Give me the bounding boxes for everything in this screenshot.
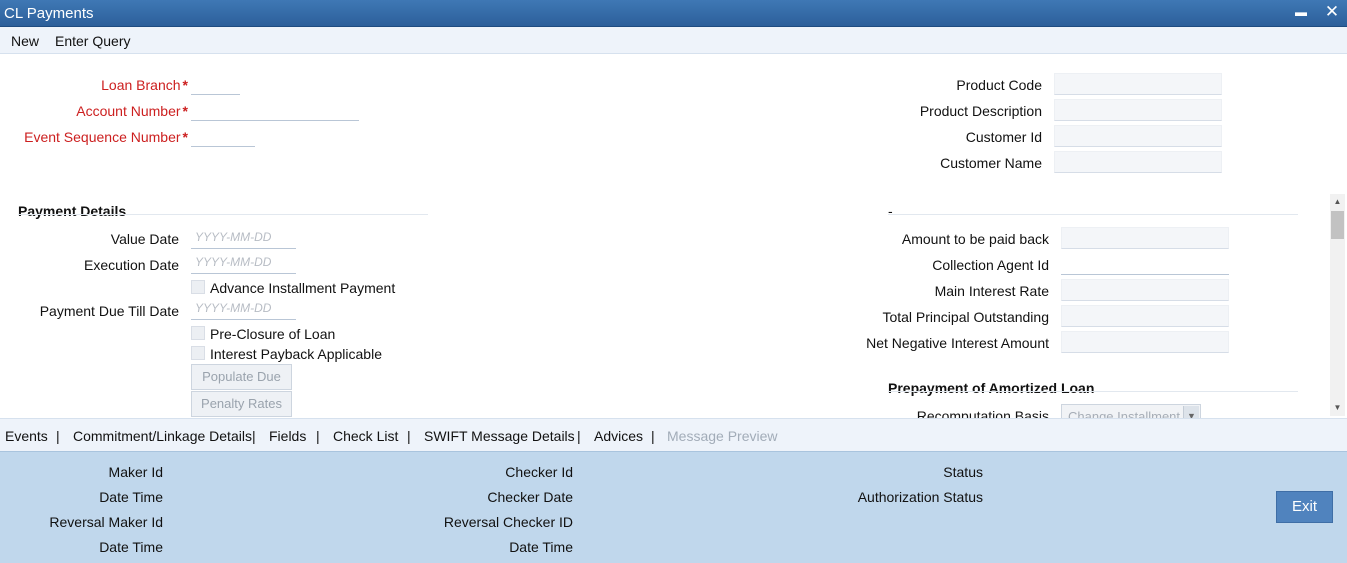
scroll-up-icon[interactable]: ▲ bbox=[1330, 196, 1345, 208]
tab-separator: | bbox=[252, 428, 256, 444]
checker-id-label: Checker Id bbox=[505, 464, 573, 480]
minimize-icon[interactable]: ▬ bbox=[1291, 5, 1311, 27]
event-sequence-label: Event Sequence Number * bbox=[10, 129, 188, 145]
penalty-rates-button[interactable]: Penalty Rates bbox=[191, 391, 292, 417]
payment-details-heading: Payment Details bbox=[18, 203, 127, 219]
total-principal-field[interactable] bbox=[1061, 305, 1229, 327]
status-label: Status bbox=[943, 464, 983, 480]
main-interest-rate-field[interactable] bbox=[1061, 279, 1229, 301]
enter-query-menu-item[interactable]: Enter Query bbox=[55, 33, 130, 49]
tab-separator: | bbox=[407, 428, 411, 444]
populate-due-button[interactable]: Populate Due bbox=[191, 364, 292, 390]
required-marker: * bbox=[182, 103, 188, 119]
amount-paid-back-field[interactable] bbox=[1061, 227, 1229, 249]
product-description-field[interactable] bbox=[1054, 99, 1222, 121]
sub-screen-tabs: Events | Commitment/Linkage Details | Fi… bbox=[0, 418, 1347, 451]
execution-date-input[interactable]: YYYY-MM-DD bbox=[191, 252, 296, 274]
main-content: Loan Branch * Account Number * Event Seque… bbox=[0, 54, 1347, 418]
value-date-input[interactable]: YYYY-MM-DD bbox=[191, 227, 296, 249]
tab-check-list[interactable]: Check List bbox=[333, 428, 398, 444]
tab-separator: | bbox=[316, 428, 320, 444]
recomputation-basis-value: Change Installment bbox=[1068, 409, 1181, 418]
payment-due-till-input[interactable]: YYYY-MM-DD bbox=[191, 298, 296, 320]
interest-payback-label: Interest Payback Applicable bbox=[210, 346, 382, 362]
product-description-label: Product Description bbox=[919, 103, 1042, 119]
collection-agent-label: Collection Agent Id bbox=[932, 257, 1049, 273]
window-title-bar: CL Payments ▬ ✕ bbox=[0, 0, 1347, 27]
audit-footer: Maker Id Date Time Reversal Maker Id Dat… bbox=[0, 451, 1347, 563]
scrollbar-thumb[interactable] bbox=[1331, 211, 1344, 239]
authorization-status-label: Authorization Status bbox=[857, 489, 983, 505]
exit-button[interactable]: Exit bbox=[1276, 491, 1333, 523]
required-marker: * bbox=[182, 129, 188, 145]
execution-date-label: Execution Date bbox=[84, 257, 179, 273]
required-marker: * bbox=[182, 77, 188, 93]
new-menu-item[interactable]: New bbox=[11, 33, 39, 49]
collection-agent-input[interactable] bbox=[1061, 253, 1229, 275]
prepayment-heading: Prepayment of Amortized Loan bbox=[888, 380, 1095, 396]
customer-id-label: Customer Id bbox=[965, 129, 1042, 145]
product-code-label: Product Code bbox=[956, 77, 1042, 93]
tab-advices[interactable]: Advices bbox=[594, 428, 643, 444]
recomputation-basis-label: Recomputation Basis bbox=[916, 408, 1049, 418]
event-sequence-input[interactable] bbox=[191, 125, 255, 147]
preclosure-label: Pre-Closure of Loan bbox=[210, 326, 336, 342]
advance-installment-label: Advance Installment Payment bbox=[210, 280, 396, 296]
value-date-label: Value Date bbox=[110, 231, 179, 247]
reversal-maker-date-time-label: Date Time bbox=[99, 539, 163, 555]
prepayment-divider bbox=[888, 391, 1298, 392]
reversal-checker-date-time-label: Date Time bbox=[509, 539, 573, 555]
customer-name-label: Customer Name bbox=[940, 155, 1042, 171]
tab-separator: | bbox=[577, 428, 581, 444]
loan-branch-label: Loan Branch * bbox=[20, 77, 188, 93]
vertical-scrollbar[interactable]: ▲ ▼ bbox=[1330, 194, 1345, 416]
event-sequence-label-text: Event Sequence Number bbox=[24, 129, 181, 145]
total-principal-label: Total Principal Outstanding bbox=[882, 309, 1049, 325]
maker-date-time-label: Date Time bbox=[99, 489, 163, 505]
tab-message-preview[interactable]: Message Preview bbox=[667, 428, 778, 444]
main-interest-rate-label: Main Interest Rate bbox=[934, 283, 1049, 299]
chevron-down-icon: ▼ bbox=[1183, 406, 1199, 418]
tab-separator: | bbox=[651, 428, 655, 444]
payment-details-divider bbox=[18, 214, 428, 215]
interest-payback-checkbox[interactable] bbox=[191, 346, 205, 360]
reversal-maker-id-label: Reversal Maker Id bbox=[49, 514, 163, 530]
customer-name-field[interactable] bbox=[1054, 151, 1222, 173]
net-negative-interest-field[interactable] bbox=[1061, 331, 1229, 353]
tab-events[interactable]: Events bbox=[5, 428, 48, 444]
tab-separator: | bbox=[56, 428, 60, 444]
reversal-checker-id-label: Reversal Checker ID bbox=[443, 514, 573, 530]
account-number-label: Account Number * bbox=[20, 103, 188, 119]
checker-date-label: Checker Date bbox=[487, 489, 573, 505]
customer-id-field[interactable] bbox=[1054, 125, 1222, 147]
loan-branch-input[interactable] bbox=[191, 73, 240, 95]
tab-swift-message-details[interactable]: SWIFT Message Details bbox=[424, 428, 575, 444]
tab-fields[interactable]: Fields bbox=[269, 428, 306, 444]
preclosure-checkbox[interactable] bbox=[191, 326, 205, 340]
close-icon[interactable]: ✕ bbox=[1322, 2, 1342, 24]
maker-id-label: Maker Id bbox=[108, 464, 163, 480]
window-title: CL Payments bbox=[4, 5, 94, 22]
menu-bar: New Enter Query bbox=[0, 27, 1347, 54]
payment-due-till-label: Payment Due Till Date bbox=[39, 303, 179, 319]
account-number-label-text: Account Number bbox=[76, 103, 181, 119]
loan-branch-label-text: Loan Branch bbox=[101, 77, 181, 93]
advance-installment-checkbox[interactable] bbox=[191, 280, 205, 294]
product-code-field[interactable] bbox=[1054, 73, 1222, 95]
amount-paid-back-label: Amount to be paid back bbox=[901, 231, 1049, 247]
right-section-heading: - bbox=[888, 203, 893, 219]
recomputation-basis-select[interactable]: Change Installment ▼ bbox=[1061, 404, 1201, 418]
account-number-input[interactable] bbox=[191, 99, 359, 121]
scroll-down-icon[interactable]: ▼ bbox=[1330, 402, 1345, 414]
net-negative-interest-label: Net Negative Interest Amount bbox=[866, 335, 1049, 351]
tab-commitment-linkage[interactable]: Commitment/Linkage Details bbox=[73, 428, 252, 444]
right-section-divider bbox=[888, 214, 1298, 215]
